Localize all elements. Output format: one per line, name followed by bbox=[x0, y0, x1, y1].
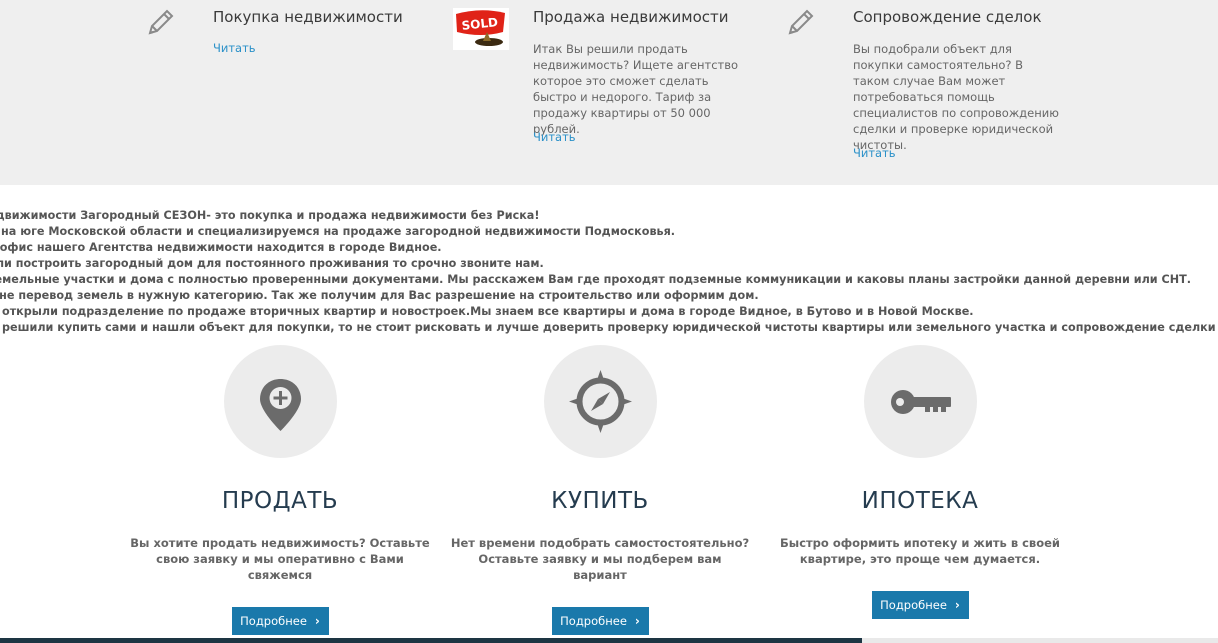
map-pin-plus-icon bbox=[259, 379, 301, 431]
chevron-right-icon: › bbox=[954, 598, 960, 612]
read-link[interactable]: Читать bbox=[853, 146, 896, 160]
feature-sell: ПРОДАТЬ Вы хотите продать недвижимость? … bbox=[115, 345, 445, 635]
services-band: Покупка недвижимости Читать SOLD Продажа… bbox=[0, 0, 1218, 185]
feature-description: Вы хотите продать недвижимость? Оставьте… bbox=[130, 536, 430, 582]
service-title: Покупка недвижимости bbox=[213, 8, 403, 26]
feature-mortgage: ИПОТЕКА Быстро оформить ипотеку и жить в… bbox=[755, 345, 1085, 619]
feature-icon-circle bbox=[863, 345, 977, 458]
about-line: й офис нашего Агентства недвижимости нах… bbox=[0, 241, 442, 254]
more-button-label: Подробнее bbox=[240, 614, 307, 628]
compass-icon bbox=[568, 370, 632, 433]
about-line: или построить загородный дом для постоян… bbox=[0, 257, 544, 270]
about-line: м на юге Московской области и специализи… bbox=[0, 225, 676, 238]
more-button-label: Подробнее bbox=[560, 614, 627, 628]
about-line: ы открыли подразделение по продаже втори… bbox=[0, 305, 974, 318]
key-icon bbox=[890, 390, 951, 414]
feature-icon-circle bbox=[543, 345, 657, 458]
read-link[interactable]: Читать bbox=[213, 41, 256, 55]
more-button-label: Подробнее bbox=[880, 598, 947, 612]
chevron-right-icon: › bbox=[634, 614, 640, 628]
service-description: Итак Вы решили продать недвижимость? Ище… bbox=[533, 42, 739, 136]
pencil-icon bbox=[785, 6, 817, 42]
feature-icon-circle bbox=[223, 345, 337, 458]
about-text: едвижимости Загородный СЕЗОН- это покупк… bbox=[0, 208, 1218, 336]
more-button[interactable]: Подробнее › bbox=[231, 607, 329, 635]
feature-title: ПРОДАТЬ bbox=[221, 488, 339, 514]
footer-strip-right bbox=[862, 638, 1218, 643]
feature-buy: КУПИТЬ Нет времени подобрать самостостоя… bbox=[435, 345, 765, 635]
more-button[interactable]: Подробнее › bbox=[871, 591, 969, 619]
service-title: Продажа недвижимости bbox=[533, 8, 729, 26]
feature-title: КУПИТЬ bbox=[551, 488, 649, 514]
about-line: земельные участки и дома с полностью про… bbox=[0, 273, 1191, 286]
service-title: Сопровождение сделок bbox=[853, 8, 1042, 26]
feature-description: Быстро оформить ипотеку и жить в своей к… bbox=[780, 536, 1060, 566]
service-description: Вы подобрали объект для покупки самостоя… bbox=[853, 42, 1059, 152]
chevron-right-icon: › bbox=[314, 614, 320, 628]
feature-description: Нет времени подобрать самостостоятельно?… bbox=[450, 536, 750, 582]
more-button[interactable]: Подробнее › bbox=[551, 607, 649, 635]
read-link[interactable]: Читать bbox=[533, 130, 576, 144]
about-line: ы решили купить сами и нашли объект для … bbox=[0, 321, 1218, 334]
footer-strip bbox=[0, 638, 862, 643]
about-line: жне перевод земель в нужную категорию. Т… bbox=[0, 289, 759, 302]
pencil-icon bbox=[145, 6, 177, 42]
about-line: едвижимости Загородный СЕЗОН- это покупк… bbox=[0, 209, 540, 222]
feature-title: ИПОТЕКА bbox=[861, 488, 979, 514]
sold-sign-image: SOLD bbox=[453, 8, 509, 54]
